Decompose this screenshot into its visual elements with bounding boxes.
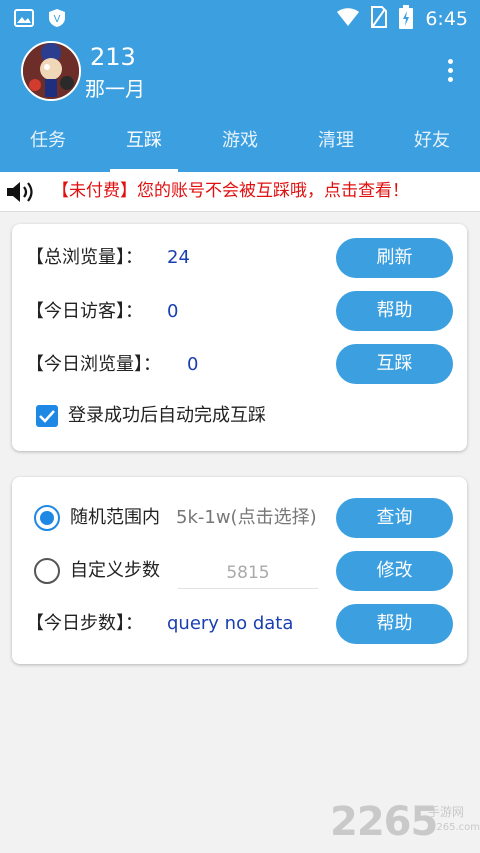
watermark-digits: 2265 — [330, 799, 438, 845]
steps-help-button[interactable]: 帮助 — [336, 604, 453, 644]
watermark-url: 2265.com — [430, 822, 480, 833]
tab-tasks[interactable]: 任务 — [0, 122, 96, 172]
modify-button[interactable]: 修改 — [336, 551, 453, 591]
watermark-site-name: 手游网 — [428, 805, 465, 819]
watermark-logo: 2265 手游网 2265.com — [330, 800, 480, 844]
tab-friends[interactable]: 好友 — [384, 122, 480, 172]
status-time: 6:45 — [425, 8, 468, 30]
custom-steps-label[interactable]: 自定义步数 — [70, 559, 160, 583]
tab-clean[interactable]: 清理 — [288, 122, 384, 172]
check-icon — [39, 410, 55, 423]
custom-steps-radio[interactable] — [34, 558, 60, 584]
auto-complete-label[interactable]: 登录成功后自动完成互踩 — [68, 404, 266, 428]
today-steps-label: 【今日步数】： — [26, 613, 143, 634]
today-steps-value: query no data — [167, 613, 294, 634]
more-vertical-icon[interactable] — [442, 56, 458, 86]
auto-complete-checkbox[interactable] — [36, 405, 58, 427]
steps-card: 随机范围内 5k-1w(点击选择) 查询 自定义步数 修改 【今日步数】： qu… — [12, 477, 467, 664]
total-views-value: 24 — [167, 247, 190, 268]
no-sim-icon — [371, 6, 388, 32]
today-views-value: 0 — [187, 354, 199, 375]
avatar[interactable] — [21, 41, 81, 101]
custom-steps-input[interactable] — [178, 557, 318, 589]
random-range-label[interactable]: 随机范围内 — [70, 506, 160, 530]
refresh-button[interactable]: 刷新 — [336, 238, 453, 278]
image-icon — [14, 9, 34, 31]
status-bar: V 6:45 — [0, 0, 480, 34]
stats-card: 【总浏览量】： 24 刷新 【今日访客】： 0 帮助 【今日浏览量】： 0 互踩… — [12, 224, 467, 451]
query-button[interactable]: 查询 — [336, 498, 453, 538]
shield-icon: V — [48, 8, 66, 32]
wifi-icon — [337, 7, 360, 31]
status-bar-left-icons: V — [14, 8, 66, 32]
battery-icon — [399, 5, 414, 33]
tab-mutual[interactable]: 互踩 — [96, 122, 192, 172]
svg-text:V: V — [54, 14, 61, 25]
tab-games[interactable]: 游戏 — [192, 122, 288, 172]
user-subtitle: 那一月 — [85, 77, 145, 101]
notice-text[interactable]: 【未付费】您的账号不会被互踩哦，点击查看！ — [52, 180, 409, 202]
today-views-label: 【今日浏览量】： — [26, 354, 161, 375]
mutual-button[interactable]: 互踩 — [336, 344, 453, 384]
profile-header: 213 那一月 任务 互踩 游戏 清理 好友 — [0, 34, 480, 172]
speaker-icon — [5, 179, 37, 209]
tab-bar: 任务 互踩 游戏 清理 好友 — [0, 122, 480, 172]
total-views-label: 【总浏览量】： — [26, 247, 143, 268]
random-range-radio[interactable] — [34, 505, 60, 531]
today-visitors-value: 0 — [167, 301, 179, 322]
help-button[interactable]: 帮助 — [336, 291, 453, 331]
status-bar-right-icons: 6:45 — [337, 5, 468, 33]
notice-bar[interactable]: 【未付费】您的账号不会被互踩哦，点击查看！ — [0, 172, 480, 212]
random-range-hint[interactable]: 5k-1w(点击选择) — [176, 506, 317, 530]
user-name: 213 — [90, 43, 136, 71]
today-visitors-label: 【今日访客】： — [26, 301, 143, 322]
